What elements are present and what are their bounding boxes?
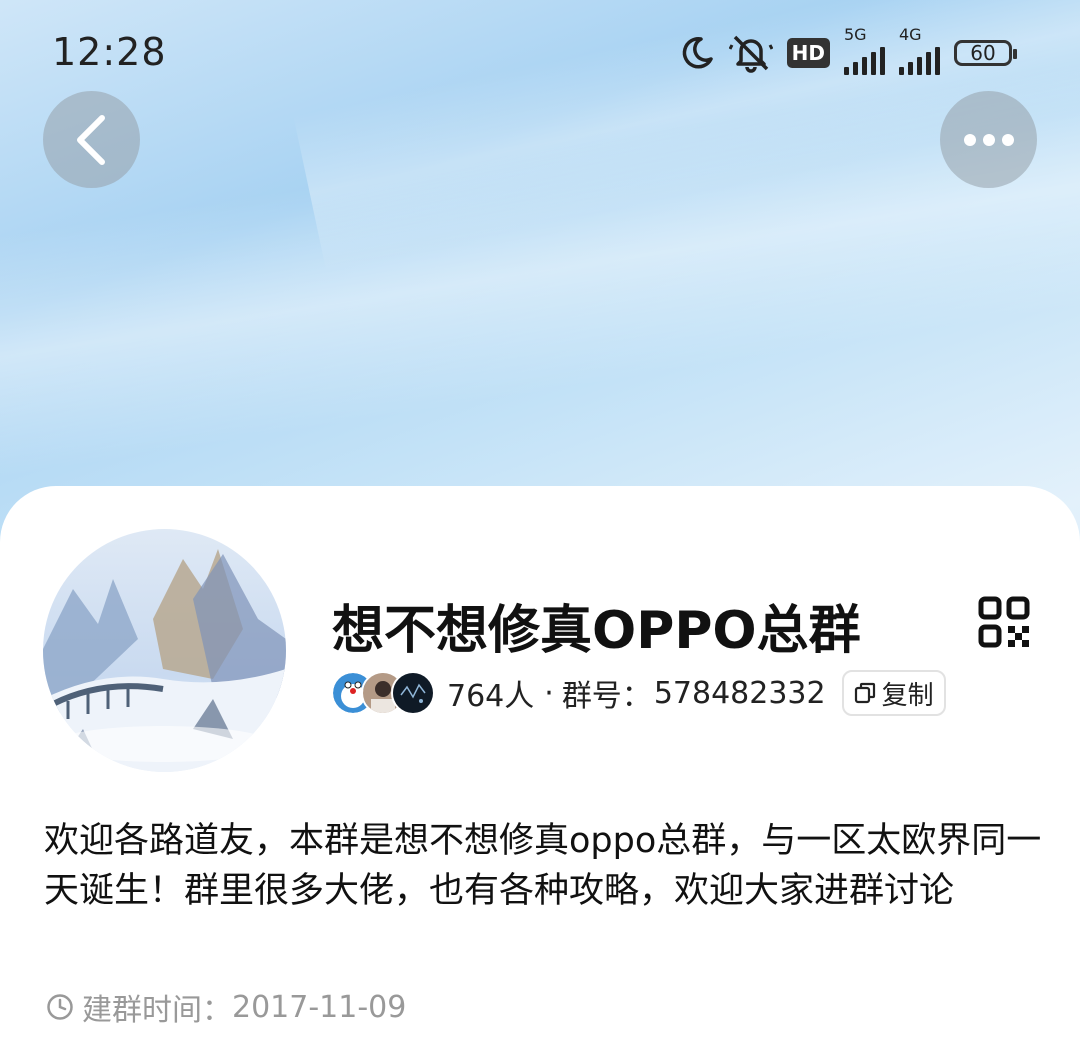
status-time: 12:28	[52, 30, 167, 74]
group-meta-row: 764人 · 群号： 578482332 复制	[331, 668, 946, 718]
back-button[interactable]	[43, 91, 140, 188]
meta-separator: ·	[544, 675, 554, 711]
clock-icon	[47, 994, 73, 1020]
group-avatar-image	[43, 529, 286, 772]
signal-bar	[844, 67, 849, 75]
status-bar-icons: HD 5G 4G 60	[679, 25, 1017, 76]
group-created-info: 建群时间： 2017-11-09	[46, 985, 406, 1029]
copy-group-number-button[interactable]: 复制	[841, 670, 946, 716]
group-avatar[interactable]	[43, 529, 286, 772]
battery-icon: 60	[954, 40, 1017, 66]
member-avatar	[391, 671, 435, 715]
qr-code-button[interactable]	[978, 596, 1030, 648]
more-horizontal-icon	[963, 133, 1014, 146]
signal-bar	[880, 47, 885, 75]
group-number: 578482332	[653, 675, 826, 711]
group-number-label: 群号：	[561, 679, 652, 714]
signal-bar	[935, 47, 940, 75]
qr-code-icon	[978, 596, 1030, 648]
more-options-button[interactable]	[940, 91, 1037, 188]
signal-4g: 4G	[899, 25, 940, 75]
signal-bar	[908, 62, 913, 75]
group-name: 想不想修真OPPO总群	[332, 601, 861, 661]
group-description: 欢迎各路道友，本群是想不想修真oppo总群，与一区太欧界同一天诞生！群里很多大佬…	[44, 821, 1042, 911]
chevron-left-icon	[76, 114, 105, 165]
member-avatar-stack[interactable]	[331, 671, 435, 715]
signal-bar	[862, 57, 867, 75]
signal-5g: 5G	[844, 25, 885, 75]
signal-bar	[917, 57, 922, 75]
member-count: 764人	[447, 679, 535, 714]
net-type-label: 4G	[899, 25, 922, 44]
moon-icon	[682, 37, 713, 69]
hd-voice-badge: HD	[786, 38, 830, 68]
group-profile-screen: 12:28 HD 5G 4G 60 想不想修真OPPO总群 764人 · 群号：…	[0, 0, 1080, 1047]
signal-bar	[853, 62, 858, 75]
signal-bar	[899, 67, 904, 75]
created-date: 2017-11-09	[232, 989, 407, 1025]
battery-level: 60	[970, 41, 996, 65]
signal-bar	[871, 52, 876, 75]
created-label: 建群时间：	[82, 993, 232, 1028]
copy-button-label: 复制	[881, 680, 934, 711]
net-type-label: 5G	[844, 25, 867, 44]
bell-muted-icon	[728, 35, 773, 73]
copy-icon	[854, 682, 875, 704]
signal-bar	[926, 52, 931, 75]
